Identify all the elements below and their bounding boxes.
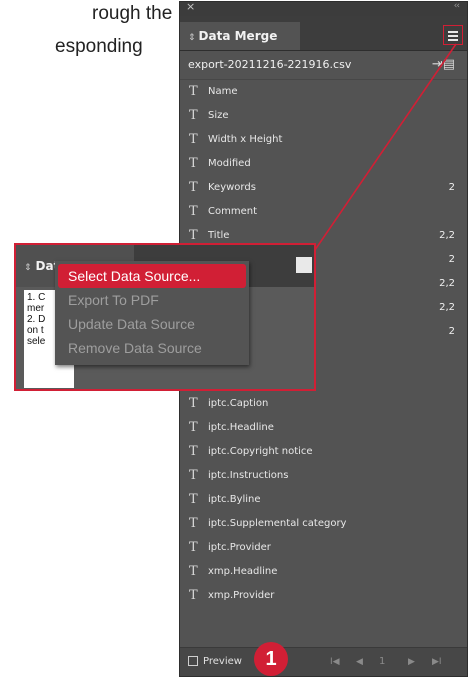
- zoom-inset: ⇕Data Merge 1. C mer 2. D on t sele Sele…: [14, 243, 316, 391]
- panel-menu-dropdown: Select Data Source... Export To PDF Upda…: [55, 261, 249, 365]
- menu-item-update-data-source[interactable]: Update Data Source: [55, 312, 249, 336]
- menu-item-export-to-pdf[interactable]: Export To PDF: [55, 288, 249, 312]
- callout-badge: 1: [254, 642, 288, 676]
- menu-item-remove-data-source[interactable]: Remove Data Source: [55, 336, 249, 360]
- menu-item-select-data-source[interactable]: Select Data Source...: [58, 264, 246, 288]
- inset-menu-icon: [296, 257, 312, 273]
- updown-arrows-icon: ⇕: [24, 263, 32, 273]
